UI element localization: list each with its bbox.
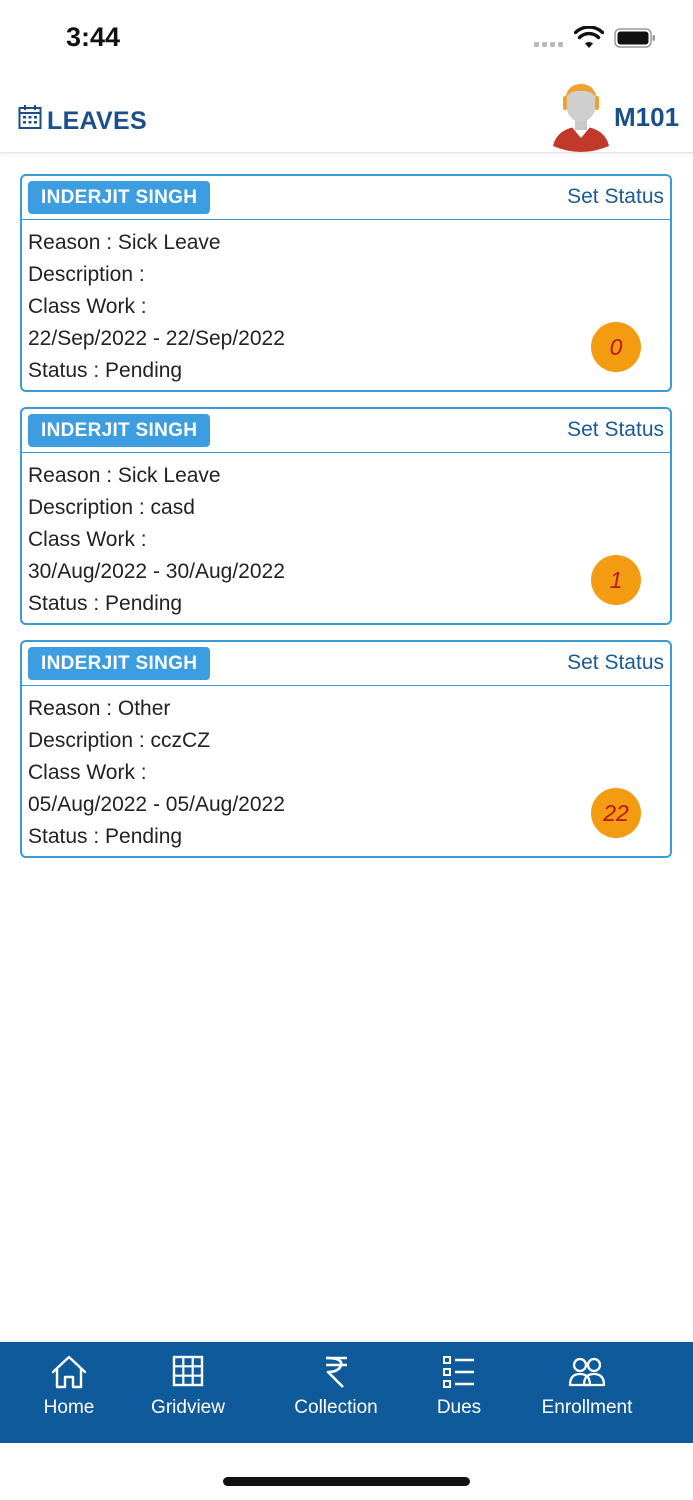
rupee-icon [325, 1356, 347, 1388]
count-badge[interactable]: 22 [591, 788, 641, 838]
leave-dates: 05/Aug/2022 - 05/Aug/2022 [28, 793, 285, 816]
leave-description: Description : cczCZ [28, 729, 211, 752]
cellular-signal-icon [534, 42, 566, 48]
leave-card: INDERJIT SINGH Set Status Reason : Other… [20, 640, 672, 858]
set-status-link[interactable]: Set Status [567, 651, 664, 675]
leaves-screen: 3:44 LEAVES M101 INDERJIT SINGH Set Stat… [0, 0, 693, 1500]
user-code: M101 [614, 102, 680, 132]
nav-collection-label: Collection [294, 1397, 378, 1418]
leave-status: Status : Pending [28, 359, 183, 382]
leave-card-header: INDERJIT SINGH Set Status [22, 409, 670, 453]
nav-home-label: Home [43, 1397, 95, 1418]
leave-reason: Reason : Sick Leave [28, 464, 221, 487]
leave-description: Description : [28, 263, 145, 286]
status-time: 3:44 [66, 22, 121, 52]
avatar[interactable] [549, 82, 613, 152]
grid-icon [172, 1355, 204, 1387]
nav-dues[interactable]: Dues [424, 1342, 494, 1443]
leave-card: INDERJIT SINGH Set Status Reason : Sick … [20, 407, 672, 625]
leave-dates: 22/Sep/2022 - 22/Sep/2022 [28, 327, 285, 350]
nav-enrollment[interactable]: Enrollment [532, 1342, 642, 1443]
bottom-nav: Home Gridview Collection Dues Enrollment [0, 1342, 693, 1443]
leave-card-body: Reason : Sick Leave Description : Class … [22, 220, 670, 390]
nav-enrollment-label: Enrollment [541, 1397, 633, 1418]
student-name-badge: INDERJIT SINGH [28, 181, 211, 214]
leave-dates: 30/Aug/2022 - 30/Aug/2022 [28, 560, 285, 583]
count-badge[interactable]: 1 [591, 555, 641, 605]
leave-card: INDERJIT SINGH Set Status Reason : Sick … [20, 174, 672, 392]
count-badge[interactable]: 0 [591, 322, 641, 372]
set-status-link[interactable]: Set Status [567, 418, 664, 442]
student-name-badge: INDERJIT SINGH [28, 647, 211, 680]
users-icon [568, 1357, 606, 1387]
leave-card-header: INDERJIT SINGH Set Status [22, 176, 670, 220]
nav-gridview[interactable]: Gridview [140, 1342, 236, 1443]
list-icon [443, 1356, 474, 1388]
leave-class-work: Class Work : [28, 295, 147, 318]
leave-card-header: INDERJIT SINGH Set Status [22, 642, 670, 686]
student-name-badge: INDERJIT SINGH [28, 414, 211, 447]
leave-class-work: Class Work : [28, 528, 147, 551]
nav-gridview-label: Gridview [151, 1397, 225, 1418]
home-icon [51, 1355, 87, 1389]
leave-status: Status : Pending [28, 592, 183, 615]
home-indicator[interactable] [223, 1477, 470, 1486]
leave-description: Description : casd [28, 496, 195, 519]
nav-collection[interactable]: Collection [284, 1342, 388, 1443]
page-title: LEAVES [47, 107, 147, 135]
wifi-icon [574, 26, 604, 48]
leave-card-body: Reason : Sick Leave Description : casd C… [22, 453, 670, 623]
battery-icon [614, 28, 655, 48]
leave-card-body: Reason : Other Description : cczCZ Class… [22, 686, 670, 856]
nav-dues-label: Dues [436, 1397, 482, 1418]
leave-class-work: Class Work : [28, 761, 147, 784]
app-header: LEAVES M101 [0, 76, 693, 153]
leave-reason: Reason : Sick Leave [28, 231, 221, 254]
calendar-icon [18, 105, 42, 129]
status-bar: 3:44 [0, 0, 693, 76]
leave-reason: Reason : Other [28, 697, 171, 720]
leave-status: Status : Pending [28, 825, 183, 848]
set-status-link[interactable]: Set Status [567, 185, 664, 209]
nav-home[interactable]: Home [28, 1342, 110, 1443]
